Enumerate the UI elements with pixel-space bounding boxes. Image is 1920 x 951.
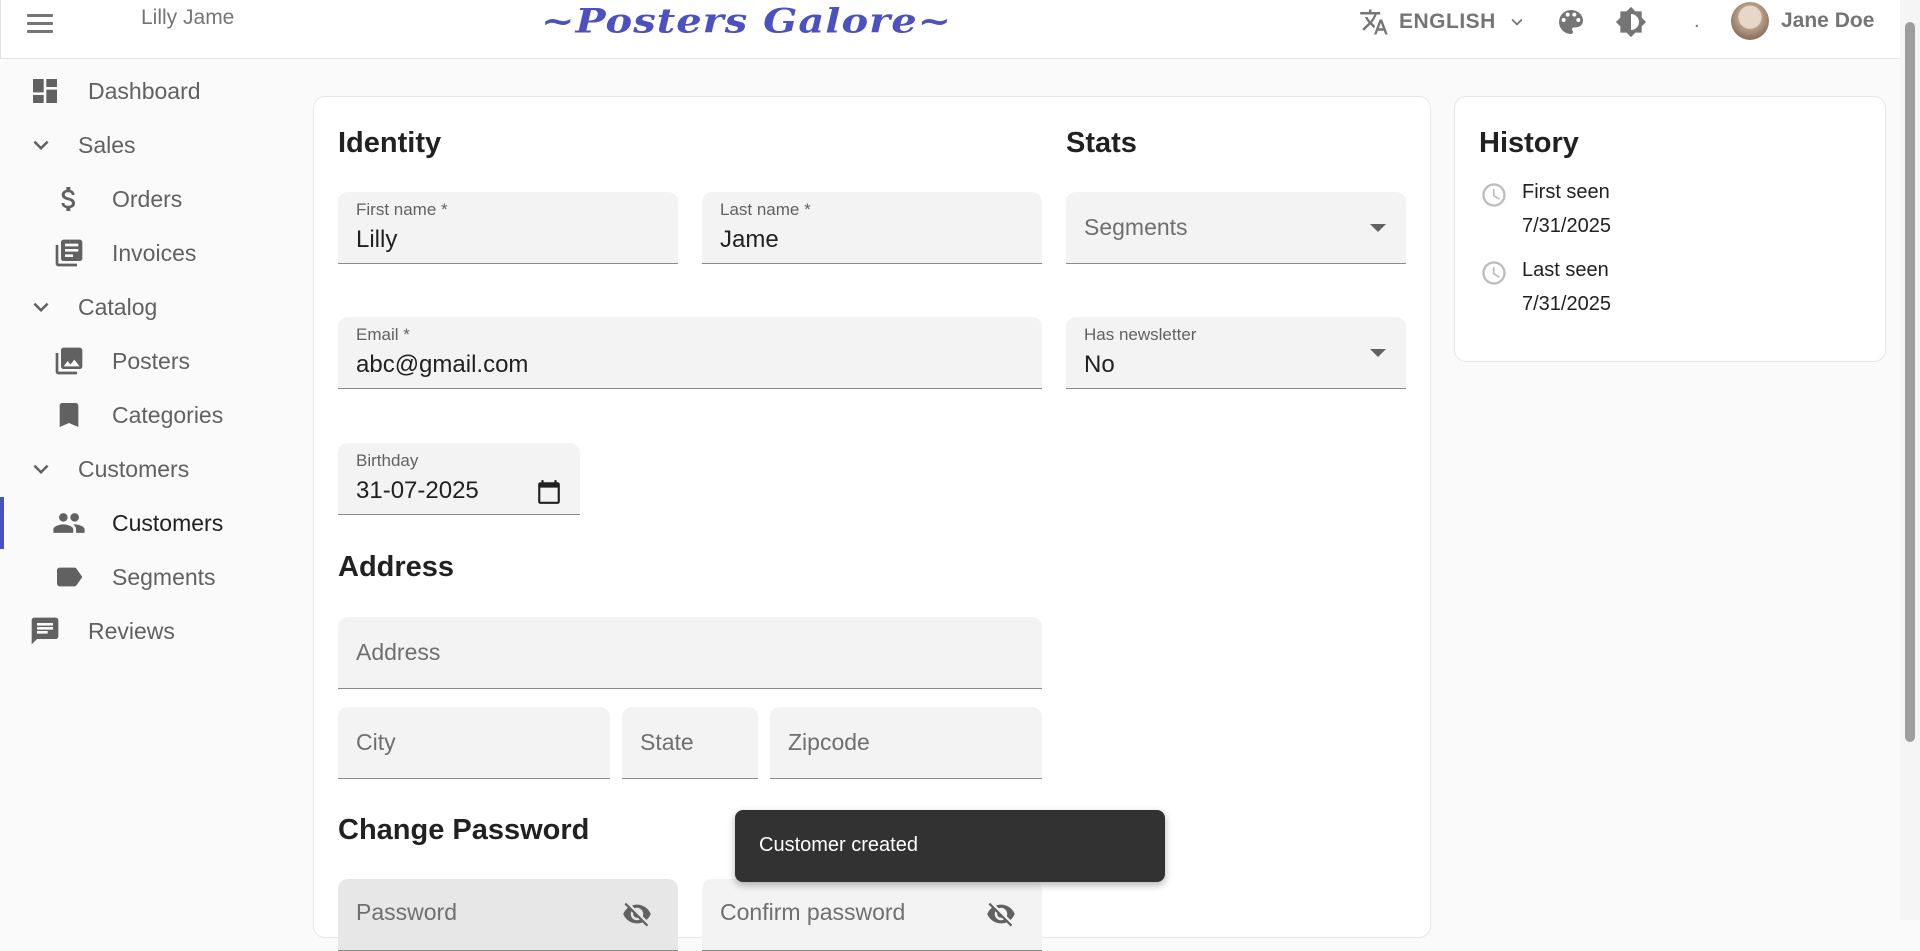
sidebar-item-categories[interactable]: Categories bbox=[0, 389, 300, 441]
stats-heading: Stats bbox=[1066, 127, 1137, 159]
chevron-down-icon bbox=[24, 452, 58, 486]
sidebar-item-dashboard[interactable]: Dashboard bbox=[0, 65, 300, 117]
palette-icon[interactable] bbox=[1555, 6, 1587, 38]
field-placeholder: Password bbox=[356, 899, 457, 925]
visibility-off-icon[interactable] bbox=[986, 899, 1016, 929]
dropdown-arrow-icon bbox=[1370, 223, 1386, 232]
sidebar-group-customers[interactable]: Customers bbox=[0, 443, 300, 495]
field-value: 31-07-2025 bbox=[356, 477, 479, 504]
sidebar-item-customers[interactable]: Customers bbox=[0, 497, 300, 549]
calendar-icon[interactable] bbox=[536, 479, 562, 505]
sidebar-item-label: Catalog bbox=[78, 293, 158, 320]
user-name: Jane Doe bbox=[1781, 9, 1875, 32]
sidebar-item-label: Customers bbox=[78, 455, 190, 482]
city-field[interactable]: City bbox=[338, 707, 610, 779]
address-field[interactable]: Address bbox=[338, 617, 1042, 689]
email-field[interactable]: Email * abc@gmail.com bbox=[338, 317, 1042, 389]
last-name-field[interactable]: Last name * Jame bbox=[702, 192, 1042, 264]
sidebar-item-label: Dashboard bbox=[88, 77, 201, 104]
brightness-icon[interactable] bbox=[1615, 6, 1647, 38]
field-label: Birthday bbox=[356, 451, 419, 470]
menu-icon[interactable] bbox=[27, 10, 63, 36]
avatar bbox=[1731, 2, 1769, 40]
loading-indicator: . bbox=[1694, 10, 1700, 32]
field-label: Has newsletter bbox=[1084, 325, 1197, 344]
dropdown-arrow-icon bbox=[1370, 348, 1386, 357]
dollar-icon bbox=[52, 182, 86, 216]
field-placeholder: Address bbox=[356, 639, 441, 665]
birthday-field[interactable]: Birthday 31-07-2025 bbox=[338, 443, 580, 515]
field-placeholder: Confirm password bbox=[720, 899, 906, 925]
sidebar-item-label: Reviews bbox=[88, 617, 175, 644]
language-label: ENGLISH bbox=[1399, 10, 1496, 33]
language-button[interactable]: ENGLISH bbox=[1359, 4, 1528, 40]
bookmark-icon bbox=[52, 398, 86, 432]
chevron-down-icon bbox=[24, 128, 58, 162]
sidebar-item-label: Customers bbox=[112, 509, 224, 536]
sidebar-item-orders[interactable]: Orders bbox=[0, 173, 300, 225]
sidebar-item-invoices[interactable]: Invoices bbox=[0, 227, 300, 279]
first-seen-label: First seen bbox=[1522, 181, 1610, 203]
sidebar-item-label: Categories bbox=[112, 401, 224, 428]
last-seen-value: 7/31/2025 bbox=[1522, 293, 1611, 315]
chevron-down-icon bbox=[24, 290, 58, 324]
change-password-heading: Change Password bbox=[338, 814, 590, 846]
field-placeholder: Segments bbox=[1084, 214, 1188, 240]
collections-icon bbox=[52, 344, 86, 378]
sidebar-item-segments[interactable]: Segments bbox=[0, 551, 300, 603]
field-placeholder: Zipcode bbox=[788, 729, 870, 755]
sidebar-item-label: Segments bbox=[112, 563, 216, 590]
history-heading: History bbox=[1479, 127, 1579, 159]
brand-logo: ~Posters Galore~ bbox=[541, 1, 953, 41]
visibility-off-icon[interactable] bbox=[622, 899, 652, 929]
sidebar-item-label: Orders bbox=[112, 185, 183, 212]
address-heading: Address bbox=[338, 551, 455, 583]
scrollbar-thumb[interactable] bbox=[1905, 22, 1915, 742]
app-bar: Lilly Jame ~Posters Galore~ ENGLISH . Ja… bbox=[0, 0, 1901, 59]
field-label: First name * bbox=[356, 200, 448, 219]
confirm-password-field[interactable]: Confirm password bbox=[702, 879, 1042, 951]
dashboard-icon bbox=[28, 74, 62, 108]
state-field[interactable]: State bbox=[622, 707, 758, 779]
field-value: No bbox=[1084, 351, 1115, 378]
field-placeholder: State bbox=[640, 729, 694, 755]
sidebar-item-reviews[interactable]: Reviews bbox=[0, 605, 300, 657]
field-value: abc@gmail.com bbox=[356, 351, 529, 378]
field-label: Last name * bbox=[720, 200, 811, 219]
first-seen-value: 7/31/2025 bbox=[1522, 215, 1611, 237]
snackbar-message: Customer created bbox=[759, 834, 918, 856]
first-name-field[interactable]: First name * Lilly bbox=[338, 192, 678, 264]
password-field[interactable]: Password bbox=[338, 879, 678, 951]
sidebar-group-catalog[interactable]: Catalog bbox=[0, 281, 300, 333]
sidebar-group-sales[interactable]: Sales bbox=[0, 119, 300, 171]
segments-select[interactable]: Segments bbox=[1066, 192, 1406, 264]
label-icon bbox=[52, 560, 86, 594]
clock-icon bbox=[1482, 183, 1506, 207]
sidebar-item-posters[interactable]: Posters bbox=[0, 335, 300, 387]
page-title: Lilly Jame bbox=[141, 6, 235, 29]
comment-icon bbox=[28, 614, 62, 648]
sidebar-item-label: Sales bbox=[78, 131, 136, 158]
user-menu[interactable]: Jane Doe bbox=[1731, 2, 1874, 40]
field-placeholder: City bbox=[356, 729, 396, 755]
scrollbar[interactable] bbox=[1900, 0, 1920, 920]
sidebar-item-label: Posters bbox=[112, 347, 190, 374]
history-card: History First seen 7/31/2025 Last seen 7… bbox=[1454, 96, 1886, 362]
last-seen-label: Last seen bbox=[1522, 259, 1609, 281]
field-value: Jame bbox=[720, 226, 779, 253]
translate-icon bbox=[1360, 9, 1388, 35]
clock-icon bbox=[1482, 261, 1506, 285]
people-icon bbox=[52, 506, 86, 540]
newsletter-select[interactable]: Has newsletter No bbox=[1066, 317, 1406, 389]
chevron-down-icon bbox=[1511, 18, 1523, 26]
zipcode-field[interactable]: Zipcode bbox=[770, 707, 1042, 779]
field-label: Email * bbox=[356, 325, 410, 344]
snackbar-notification: Customer created bbox=[735, 810, 1165, 882]
library-books-icon bbox=[52, 236, 86, 270]
identity-heading: Identity bbox=[338, 127, 442, 159]
field-value: Lilly bbox=[356, 226, 398, 253]
sidebar-item-label: Invoices bbox=[112, 239, 197, 266]
